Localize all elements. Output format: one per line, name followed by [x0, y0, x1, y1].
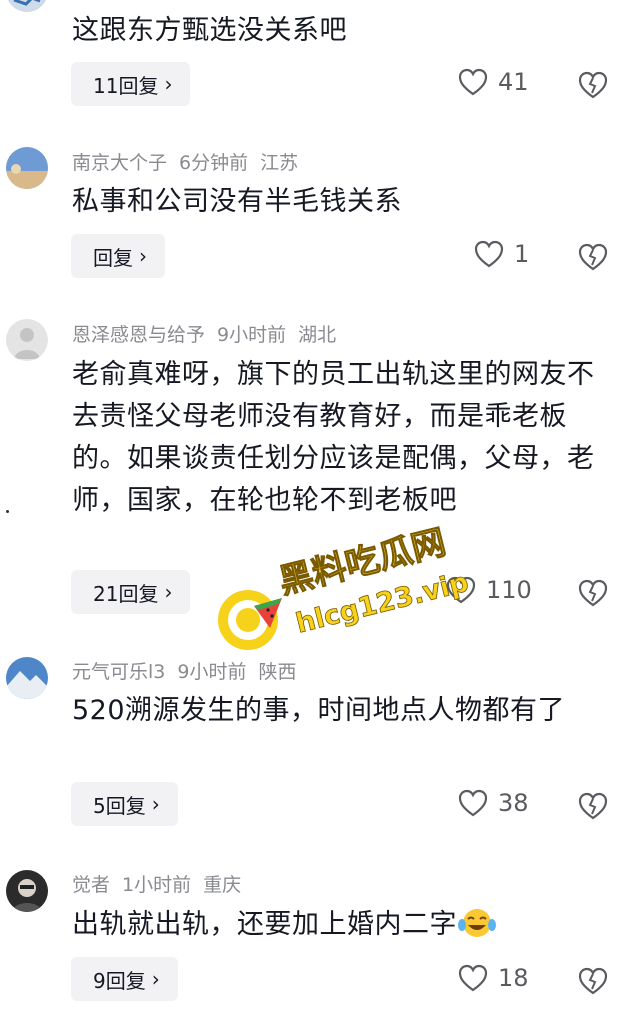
reply-label: 9回复: [93, 968, 146, 993]
reply-button[interactable]: 回复 ›: [71, 234, 165, 278]
broken-heart-icon[interactable]: [578, 242, 608, 272]
heart-outline-icon: [458, 789, 488, 817]
reply-button[interactable]: 21回复 ›: [71, 570, 191, 614]
broken-heart-icon[interactable]: [578, 70, 608, 100]
avatar[interactable]: [6, 147, 48, 189]
watermark-title: 黑料吃瓜网: [275, 522, 450, 602]
avatar[interactable]: [6, 319, 48, 361]
timestamp: 9小时前: [217, 324, 287, 346]
location: 湖北: [298, 324, 337, 346]
username[interactable]: 南京大个子: [72, 152, 167, 174]
like-button[interactable]: 38: [458, 789, 529, 817]
chevron-right-icon: ›: [151, 967, 160, 991]
like-count: 1: [514, 240, 530, 268]
like-count: 41: [498, 68, 529, 96]
timestamp: 9小时前: [177, 661, 247, 683]
watermark-logo-icon: [218, 590, 282, 650]
comment-text-content: 出轨就出轨，还要加上婚内二字: [72, 909, 457, 940]
avatar[interactable]: [6, 0, 48, 12]
reply-label: 21回复: [93, 581, 159, 606]
reply-button[interactable]: 5回复 ›: [71, 782, 178, 826]
heart-outline-icon: [446, 576, 476, 604]
heart-outline-icon: [458, 68, 488, 96]
chevron-right-icon: ›: [151, 792, 160, 816]
username[interactable]: 觉者: [72, 874, 110, 896]
like-button[interactable]: 41: [458, 68, 529, 96]
chevron-right-icon: ›: [164, 72, 173, 96]
timestamp: 6分钟前: [179, 152, 249, 174]
avatar[interactable]: [6, 657, 48, 699]
like-count: 18: [498, 964, 529, 992]
comment-text: 出轨就出轨，还要加上婚内二字: [72, 904, 602, 952]
reply-label: 5回复: [93, 793, 146, 818]
timestamp: 1小时前: [122, 874, 192, 896]
comment-text: 这跟东方甄选没关系吧: [72, 15, 347, 46]
comment-meta: 觉者 1小时前 重庆: [72, 870, 253, 897]
broken-heart-icon[interactable]: [578, 966, 608, 996]
reply-button[interactable]: 11回复 ›: [71, 62, 191, 106]
like-button[interactable]: 18: [458, 964, 529, 992]
stray-dot: [6, 510, 9, 513]
comment-meta: 元气可乐l3 9小时前 陕西: [72, 657, 308, 684]
location: 重庆: [203, 874, 242, 896]
username[interactable]: 恩泽感恩与给予: [72, 324, 205, 346]
watermark-url: hlcg123.vip: [293, 567, 472, 640]
reply-label: 回复: [93, 245, 133, 270]
comment-text: 老俞真难呀，旗下的员工出轨这里的网友不去责怪父母老师没有教育好，而是乖老板的。如…: [72, 359, 595, 516]
reply-label: 11回复: [93, 73, 159, 98]
broken-heart-icon[interactable]: [578, 791, 608, 821]
avatar[interactable]: [6, 870, 48, 912]
heart-outline-icon: [458, 964, 488, 992]
like-count: 38: [498, 789, 529, 817]
comment-text: 520溯源发生的事，时间地点人物都有了: [72, 695, 566, 726]
broken-heart-icon[interactable]: [578, 578, 608, 608]
username[interactable]: 元气可乐l3: [72, 661, 165, 683]
like-button[interactable]: 1: [474, 240, 529, 268]
chevron-right-icon: ›: [164, 580, 173, 604]
comment-text: 私事和公司没有半毛钱关系: [72, 186, 402, 217]
comment-meta: 恩泽感恩与给予 9小时前 湖北: [72, 320, 348, 347]
like-button[interactable]: 110: [446, 576, 532, 604]
chevron-right-icon: ›: [139, 244, 147, 268]
watermark: 黑料吃瓜网 hlcg123.vip: [218, 522, 472, 650]
location: 陕西: [258, 661, 297, 683]
heart-outline-icon: [474, 240, 504, 268]
location: 江苏: [260, 152, 299, 174]
like-count: 110: [486, 576, 532, 604]
reply-button[interactable]: 9回复 ›: [71, 957, 178, 1001]
comment-meta: 南京大个子 6分钟前 江苏: [72, 148, 310, 175]
tears-of-joy-emoji-icon: [457, 907, 497, 952]
